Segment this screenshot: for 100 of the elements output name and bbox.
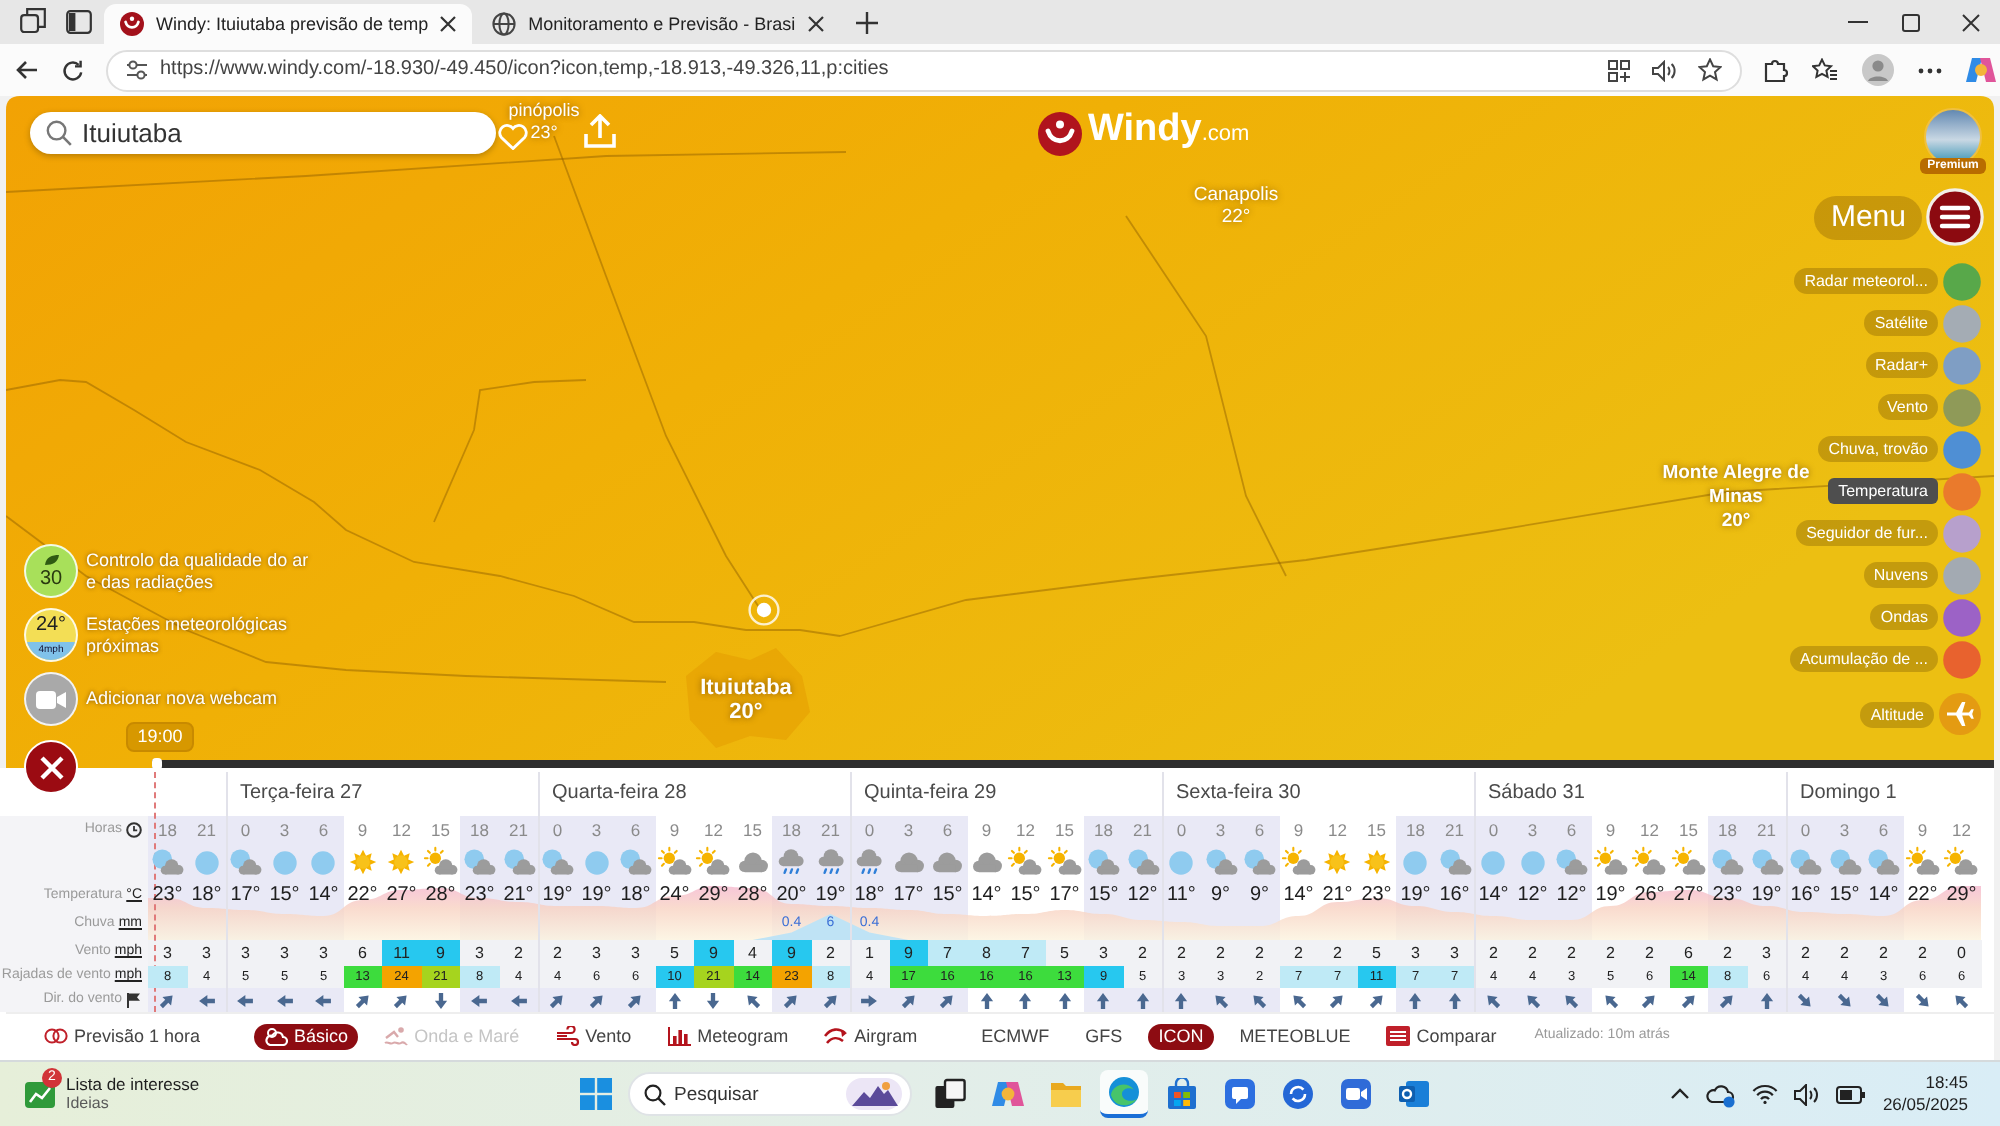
layer-thumbnail-icon[interactable]	[1942, 597, 1982, 637]
layer-thumbnail-icon[interactable]	[1942, 429, 1982, 469]
hour-label: 15	[431, 819, 450, 841]
chevron-up-icon[interactable]	[1670, 1088, 1691, 1100]
hour-label: 15	[1367, 819, 1386, 841]
wind-direction-icon	[1679, 991, 1698, 1009]
timeline-handle[interactable]	[152, 758, 162, 770]
model-tab[interactable]: ICON	[1148, 1024, 1214, 1050]
temperature-value: 22°	[1907, 884, 1938, 908]
hour-label: 6	[942, 819, 953, 841]
temperature-value: 28°	[425, 884, 456, 908]
wifi-icon[interactable]	[1752, 1084, 1779, 1104]
cloud-icon[interactable]	[1706, 1081, 1737, 1107]
compare-button[interactable]: Comparar	[1376, 1024, 1507, 1050]
moon-cloud-icon	[1552, 846, 1591, 880]
browser-icon	[1108, 1076, 1140, 1108]
speaker-icon[interactable]	[1794, 1083, 1821, 1105]
wind-direction-icon	[548, 991, 567, 1009]
search-field[interactable]: Ituiutaba	[30, 112, 496, 154]
wind-speed-cell: 9	[889, 940, 928, 966]
wind-direction-icon	[1952, 991, 1971, 1009]
layer-thumbnail-icon[interactable]	[1942, 261, 1982, 301]
temperature-value: 17°	[230, 884, 261, 908]
location-marker-icon[interactable]	[748, 594, 780, 626]
close-icon[interactable]	[807, 16, 824, 32]
forecast-view-tab[interactable]: Meteogram	[657, 1024, 799, 1050]
widget-subtitle: Ideias	[66, 1094, 111, 1114]
widget-title[interactable]: Lista de interesse	[66, 1074, 200, 1094]
hour-label: 3	[1215, 819, 1226, 841]
wind-speed-cell-text: 0	[1955, 941, 1968, 966]
puzzle-icon[interactable]	[1764, 58, 1788, 82]
wind-direction-icon	[1172, 991, 1191, 1009]
hour-label: 6	[1878, 819, 1889, 841]
forecast-view-tab[interactable]: Vento	[545, 1024, 642, 1050]
minimize-icon[interactable]	[1848, 20, 1868, 24]
hour-label: 15	[743, 819, 762, 841]
app-grid-icon[interactable]	[1608, 59, 1630, 81]
clock-time: 18:45	[1925, 1072, 1968, 1094]
layer-thumbnail-icon[interactable]	[1942, 555, 1982, 595]
close-icon[interactable]	[1962, 13, 1980, 31]
wind-direction-icon	[1406, 991, 1425, 1009]
address-bar[interactable]: https://www.windy.com/-18.930/-49.450/icon?icon,temp,-18.913,-49.326,11,p:cities	[106, 49, 1742, 91]
hour-label: 0	[552, 819, 563, 841]
star-icon[interactable]	[1698, 58, 1722, 82]
sun-cloud-icon	[1045, 846, 1084, 880]
profile-avatar-icon[interactable]	[1862, 54, 1894, 86]
close-icon[interactable]	[440, 16, 457, 32]
day-label: Quarta-feira 28	[552, 782, 687, 806]
battery-icon[interactable]	[1836, 1085, 1867, 1103]
forecast-view-tab[interactable]: Básico	[254, 1024, 359, 1050]
bar-chart-icon	[667, 1026, 692, 1047]
back-icon[interactable]	[16, 60, 38, 80]
flag-icon	[126, 992, 142, 1008]
assistant-icon[interactable]	[1966, 56, 1996, 84]
wind-speed-cell-text: 6	[356, 941, 369, 966]
temperature-value: 15°	[1829, 884, 1860, 908]
browser-tab[interactable]: Windy: Ituiutaba previsão de temp	[104, 4, 473, 44]
hour-label: 12	[1952, 819, 1971, 841]
timeline-track[interactable]	[152, 760, 1994, 768]
wind-speed-cell-text: 2	[1214, 941, 1227, 966]
widget-icon[interactable]	[24, 1078, 56, 1110]
wind-direction-icon	[1484, 991, 1503, 1009]
model-tab[interactable]: GFS	[1075, 1024, 1133, 1050]
temperature-value: 15°	[932, 884, 963, 908]
model-tab[interactable]: ECMWF	[971, 1024, 1060, 1050]
wind-direction-icon	[743, 991, 762, 1009]
layer-thumbnail-icon[interactable]	[1942, 303, 1982, 343]
maximize-icon[interactable]	[1902, 13, 1920, 31]
browser-tab[interactable]: Monitoramento e Previsão - Brasi	[476, 4, 840, 44]
wind-speed-cell: 7	[1006, 940, 1045, 966]
temperature-value: 19°	[542, 884, 573, 908]
hour-label: 3	[1527, 819, 1538, 841]
layer-thumbnail-icon[interactable]	[1942, 639, 1982, 679]
site-info-icon[interactable]	[126, 60, 148, 80]
read-aloud-icon[interactable]	[1652, 59, 1676, 81]
favorites-icon[interactable]	[1812, 58, 1838, 82]
tab-actions-icon[interactable]	[66, 10, 92, 34]
new-tab-icon[interactable]	[855, 12, 878, 34]
layer-thumbnail-icon[interactable]	[1942, 387, 1982, 427]
menu-icon[interactable]	[1926, 188, 1984, 246]
more-icon[interactable]	[1918, 67, 1942, 73]
wind-direction-icon	[860, 991, 879, 1009]
wind-speed-cell: 11	[382, 940, 421, 966]
refresh-icon[interactable]	[62, 59, 84, 81]
hour-label: 0	[1488, 819, 1499, 841]
start-icon[interactable]	[580, 1078, 612, 1110]
layer-thumbnail-icon[interactable]	[1942, 345, 1982, 385]
wind-speed-cell-text: 3	[629, 941, 642, 966]
forecast-view-tab[interactable]: Airgram	[814, 1024, 928, 1050]
workspaces-icon[interactable]	[20, 8, 46, 34]
wind-speed-cell-text: 2	[551, 941, 564, 966]
layer-thumbnail-icon[interactable]	[1942, 513, 1982, 553]
temperature-value: 14°	[1868, 884, 1899, 908]
model-tab[interactable]: METEOBLUE	[1229, 1024, 1361, 1050]
shopping-bag-icon	[1166, 1078, 1198, 1110]
layer-button[interactable]: Temperatura	[1828, 478, 1938, 504]
wind-speed-cell-text: 2	[824, 941, 837, 966]
hourly-forecast-toggle[interactable]: Previsão 1 hora	[34, 1024, 211, 1050]
wind-direction-icon	[1211, 991, 1230, 1009]
layer-thumbnail-icon[interactable]	[1942, 471, 1982, 511]
